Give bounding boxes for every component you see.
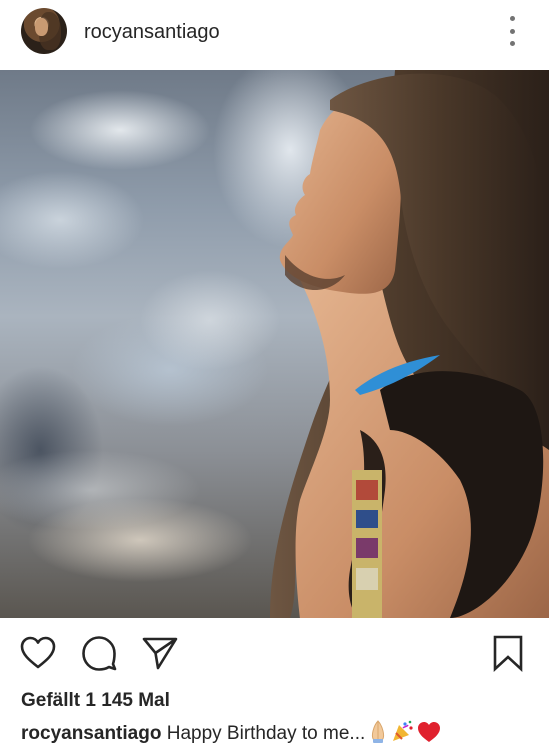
red-heart-emoji [418, 722, 441, 742]
post-photo-illustration [0, 70, 549, 618]
more-dot [509, 28, 515, 34]
folded-hands-emoji [372, 720, 385, 743]
post-photo[interactable] [0, 70, 549, 618]
heart-outline-icon[interactable] [19, 634, 57, 672]
bookmark-outline-icon[interactable] [489, 634, 527, 672]
post-caption: rocyansantiago Happy Birthday to me... [21, 719, 441, 747]
caption-username[interactable]: rocyansantiago [21, 723, 161, 744]
more-dot [509, 16, 515, 21]
instagram-post: rocyansantiago Gefällt 1 145 Mal rocyans… [0, 0, 549, 750]
caption-text: Happy Birthday to me... [166, 723, 366, 744]
more-dot [509, 41, 515, 46]
paper-plane-icon[interactable] [141, 634, 179, 672]
more-options-icon[interactable] [504, 16, 520, 46]
action-bar [0, 618, 549, 688]
party-popper-emoji [393, 720, 413, 741]
post-username[interactable]: rocyansantiago [84, 20, 220, 44]
likes-count[interactable]: Gefällt 1 145 Mal [21, 689, 170, 713]
post-header: rocyansantiago [0, 0, 549, 70]
comment-bubble-icon[interactable] [80, 634, 118, 672]
avatar[interactable] [21, 8, 67, 54]
avatar-face [35, 18, 48, 36]
